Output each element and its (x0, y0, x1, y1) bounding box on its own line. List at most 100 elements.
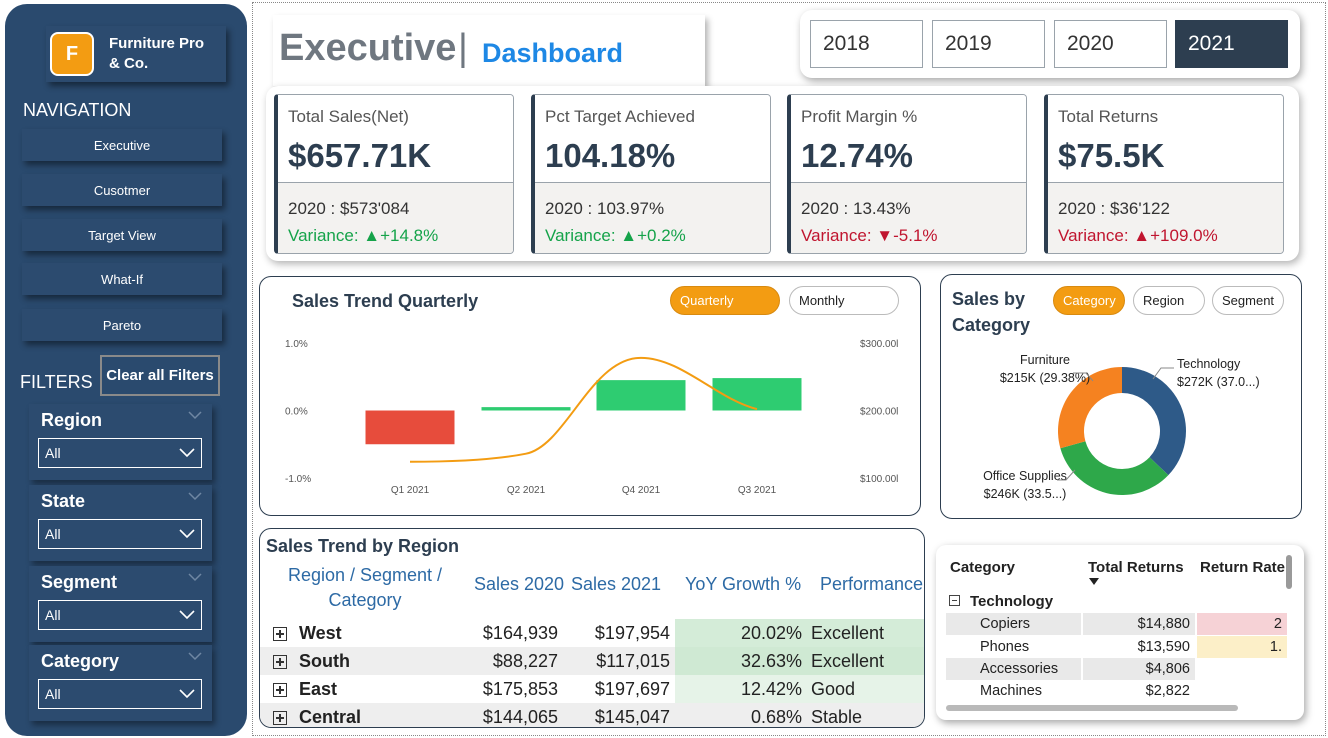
slice-name-label: Technology (1177, 357, 1241, 371)
slice-value-label: $272K (37.0...) (1177, 375, 1260, 389)
kpi-variance: Variance: ▲+14.8% (288, 226, 439, 245)
state-dropdown[interactable]: All (38, 519, 202, 549)
region-dropdown[interactable]: All (38, 438, 202, 468)
kpi-value: $657.71K (288, 137, 432, 174)
y-left-tick-label: -1.0% (285, 474, 311, 485)
kpi-variance: Variance: ▲+109.0% (1058, 226, 1218, 245)
waterfall-bar (596, 380, 686, 411)
y-right-tick-label: $200.00l (860, 407, 898, 418)
expand-icon[interactable] (273, 655, 287, 669)
expand-icon[interactable] (273, 683, 287, 697)
category-donut-chart: Technology $272K (37.0...) Office Supplies… (983, 353, 1260, 501)
waterfall-bar (365, 410, 455, 445)
year-selector: 2018 2019 2020 2021 (800, 10, 1300, 78)
x-tick-label: Q3 2021 (738, 485, 777, 496)
table-row: Machines $2,822 (980, 683, 1190, 699)
kpi-card-pct-target: Pct Target Achieved 104.18% 2020 : 103.9… (531, 94, 771, 254)
year-button-2021[interactable]: 2021 (1175, 20, 1288, 68)
sales-by-category-card: Sales by Category Category Region Segmen… (940, 274, 1302, 519)
collapse-icon[interactable] (949, 595, 960, 606)
column-header-sales-2021[interactable]: Sales 2021 (571, 574, 661, 595)
brand-name: Furniture Pro & Co. (109, 35, 205, 72)
trend-line (409, 356, 758, 463)
collapse-chevron-icon[interactable] (188, 572, 202, 582)
chevron-down-icon (179, 448, 195, 458)
filters-heading: FILTERS (20, 372, 93, 392)
chevron-down-icon (179, 610, 195, 620)
filter-title: Segment (41, 572, 118, 592)
filter-title: Region (41, 410, 102, 430)
vertical-scrollbar[interactable] (1286, 555, 1292, 589)
y-left-tick-label: 1.0% (285, 339, 308, 350)
column-header-performance[interactable]: Performance (820, 574, 923, 595)
kpi-value: 104.18% (545, 137, 676, 174)
navigation-heading: NAVIGATION (23, 100, 132, 120)
arrow-down-icon: ▼ (876, 226, 894, 245)
y-left-tick-label: 0.0% (285, 407, 308, 418)
clear-all-filters-button[interactable]: Clear all Filters (100, 355, 220, 396)
nav-item-customer[interactable]: Cusotmer (22, 174, 222, 206)
filter-region: Region All (29, 404, 212, 480)
arrow-up-icon: ▲ (1133, 226, 1151, 245)
dropdown-value: All (45, 686, 61, 702)
sales-trend-quarterly-card: Sales Trend Quarterly Quarterly Monthly … (259, 276, 921, 516)
group-label: Technology (970, 593, 1054, 610)
expand-icon[interactable] (273, 711, 287, 725)
page-title-main: Executive (279, 27, 457, 69)
kpi-label: Profit Margin % (801, 107, 918, 126)
category-dropdown[interactable]: All (38, 679, 202, 709)
dropdown-value: All (45, 607, 61, 623)
year-button-2020[interactable]: 2020 (1054, 20, 1167, 68)
x-tick-label: Q2 2021 (507, 485, 546, 496)
table-row: West $164,939 $197,954 20.02% Excellent (260, 619, 924, 647)
kpi-value: 12.74% (801, 137, 913, 174)
kpi-card-total-returns: Total Returns $75.5K 2020 : $36'122 Vari… (1044, 94, 1284, 254)
kpi-card-total-sales: Total Sales(Net) $657.71K 2020 : $573'08… (274, 94, 514, 254)
brand-logo: F Furniture Pro & Co. (46, 26, 226, 82)
nav-item-target-view[interactable]: Target View (22, 219, 222, 251)
nav-item-pareto[interactable]: Pareto (22, 309, 222, 341)
column-header-category[interactable]: Category (950, 559, 1015, 576)
sales-trend-chart: 1.0% 0.0% -1.0% $300.00l $200.00l $100.00l Q1 … (285, 339, 898, 496)
year-button-2018[interactable]: 2018 (810, 20, 923, 68)
waterfall-bar (481, 407, 571, 411)
table-row: East $175,853 $197,697 12.42% Good (260, 675, 924, 703)
dropdown-value: All (45, 526, 61, 542)
kpi-variance: Variance: ▼-5.1% (801, 226, 938, 245)
slice-name-label: Furniture (1020, 353, 1070, 367)
kpi-card-profit-margin: Profit Margin % 12.74% 2020 : 13.43% Var… (787, 94, 1027, 254)
kpi-previous: 2020 : $573'084 (288, 199, 410, 218)
segment-dropdown[interactable]: All (38, 600, 202, 630)
collapse-chevron-icon[interactable] (188, 410, 202, 420)
kpi-variance: Variance: ▲+0.2% (545, 226, 686, 245)
collapse-chevron-icon[interactable] (188, 651, 202, 661)
column-header-region[interactable]: Region / Segment / Category (274, 563, 456, 613)
y-right-tick-label: $100.00l (860, 474, 898, 485)
column-header-sales-2020[interactable]: Sales 2020 (474, 574, 564, 595)
column-header-return-rate[interactable]: Return Rate (1200, 559, 1285, 576)
table-row: Accessories $4,806 (946, 658, 1286, 680)
expand-icon[interactable] (273, 627, 287, 641)
column-header-total-returns[interactable]: Total Returns (1088, 559, 1184, 576)
slice-value-label: $246K (33.5...) (984, 487, 1067, 501)
filter-category: Category All (29, 645, 212, 721)
kpi-previous: 2020 : 103.97% (545, 199, 665, 218)
horizontal-scrollbar[interactable] (946, 705, 1238, 711)
dropdown-value: All (45, 445, 61, 461)
brand-logo-icon: F (50, 32, 94, 76)
nav-item-what-if[interactable]: What-If (22, 263, 222, 295)
arrow-up-icon: ▲ (620, 226, 638, 245)
sort-descending-icon[interactable] (1089, 578, 1099, 585)
page-title-sub: Dashboard (482, 38, 624, 68)
year-button-2019[interactable]: 2019 (932, 20, 1045, 68)
page-title: Executive | Dashboard (273, 15, 705, 86)
chevron-down-icon (179, 529, 195, 539)
nav-item-executive[interactable]: Executive (22, 129, 222, 161)
column-header-yoy[interactable]: YoY Growth % (685, 574, 801, 595)
waterfall-bar (712, 378, 802, 411)
kpi-previous: 2020 : 13.43% (801, 199, 911, 218)
kpi-panel: Total Sales(Net) $657.71K 2020 : $573'08… (266, 86, 1299, 261)
collapse-chevron-icon[interactable] (188, 491, 202, 501)
filter-state: State All (29, 485, 212, 561)
x-tick-label: Q1 2021 (391, 485, 430, 496)
